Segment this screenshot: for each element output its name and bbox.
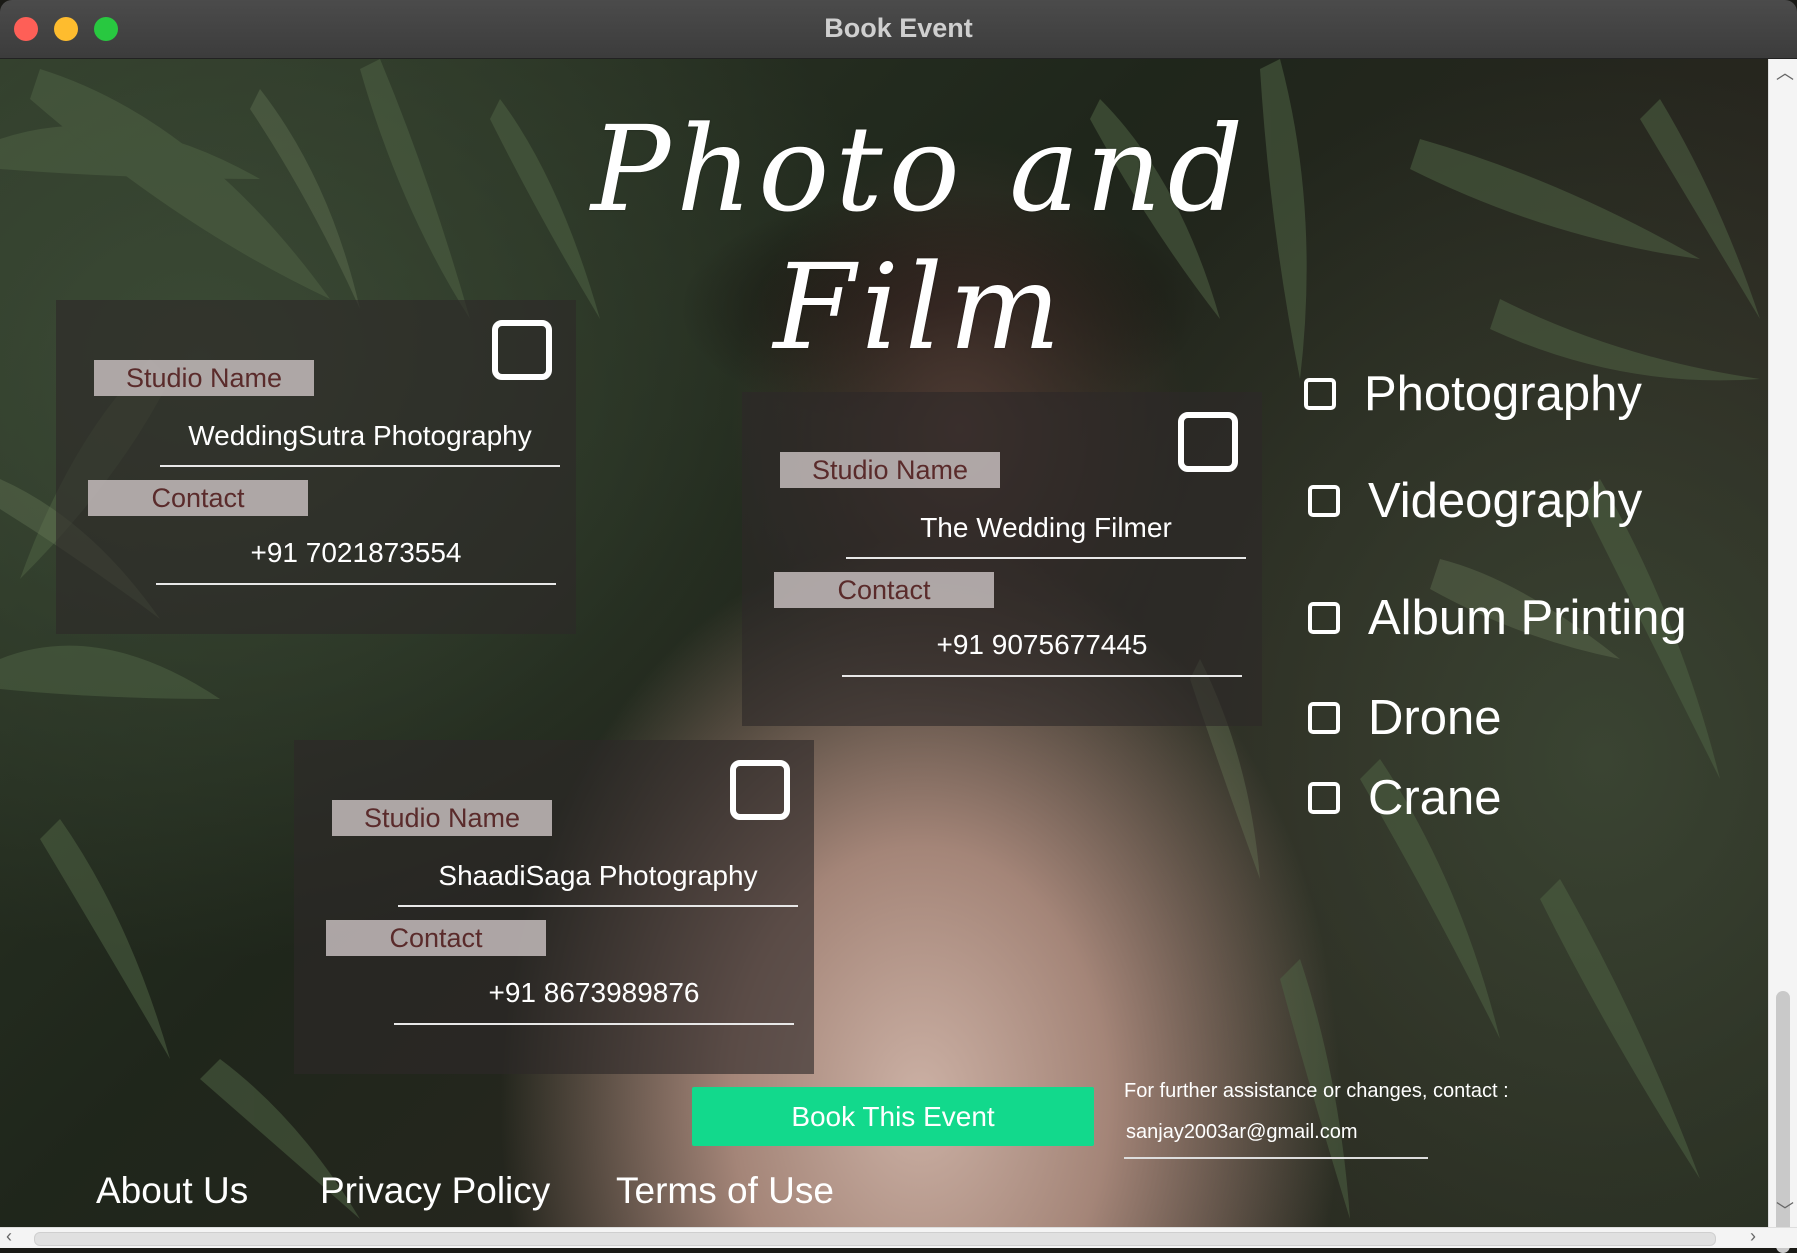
service-album-printing[interactable]: Album Printing [1308, 590, 1687, 646]
studio-card-1: Studio Name WeddingSutra Photography Con… [56, 300, 576, 634]
service-label: Videography [1368, 474, 1643, 528]
service-label: Drone [1368, 691, 1502, 745]
scroll-down-icon[interactable]: ﹀ [1776, 1197, 1794, 1223]
book-event-button[interactable]: Book This Event [692, 1087, 1094, 1146]
checkbox-icon[interactable] [1308, 485, 1340, 517]
service-drone[interactable]: Drone [1308, 690, 1501, 746]
window-title: Book Event [824, 13, 973, 43]
service-crane[interactable]: Crane [1308, 770, 1501, 826]
email-underline [1124, 1157, 1428, 1159]
contact-value: +91 8673989876 [488, 977, 700, 1008]
assistance-text: For further assistance or changes, conta… [1124, 1080, 1509, 1102]
contact-value: +91 7021873554 [250, 537, 462, 568]
scroll-up-icon[interactable]: ︿ [1776, 59, 1794, 85]
checkbox-icon[interactable] [1308, 702, 1340, 734]
checkbox-icon[interactable] [1308, 782, 1340, 814]
studio-card-2: Studio Name The Wedding Filmer Contact +… [742, 392, 1262, 726]
scroll-left-icon[interactable]: ‹ [6, 1226, 12, 1247]
studio-name-underline [398, 905, 798, 907]
service-label: Photography [1364, 367, 1642, 421]
horizontal-scrollbar[interactable]: ‹ › [0, 1226, 1797, 1248]
studio-name-underline [846, 557, 1246, 559]
footer-about-link[interactable]: About Us [96, 1170, 248, 1212]
contact-label: Contact [88, 480, 308, 516]
studio-name-value: WeddingSutra Photography [188, 420, 532, 451]
contact-label: Contact [774, 572, 994, 608]
contact-underline [842, 675, 1242, 677]
contact-value: +91 9075677445 [936, 629, 1148, 660]
studio-name-underline [160, 465, 560, 467]
studio-name-value: The Wedding Filmer [920, 512, 1172, 543]
assistance-email[interactable]: sanjay2003ar@gmail.com [1126, 1121, 1358, 1144]
studio-name-label: Studio Name [332, 800, 552, 836]
service-label: Crane [1368, 771, 1502, 825]
service-videography[interactable]: Videography [1308, 473, 1642, 529]
studio-card-3: Studio Name ShaadiSaga Photography Conta… [294, 740, 814, 1074]
contact-underline [394, 1023, 794, 1025]
horizontal-scroll-thumb[interactable] [34, 1232, 1716, 1246]
studio-name-label: Studio Name [780, 452, 1000, 488]
studio-name-value: ShaadiSaga Photography [438, 860, 758, 891]
title-bar: Book Event [0, 0, 1797, 59]
hero-title: Photo and Film [590, 100, 1250, 376]
service-photography[interactable]: Photography [1304, 366, 1642, 422]
footer-privacy-link[interactable]: Privacy Policy [320, 1170, 550, 1212]
checkbox-icon[interactable] [1304, 378, 1336, 410]
studio-select-checkbox[interactable] [730, 760, 790, 820]
studio-name-label: Studio Name [94, 360, 314, 396]
studio-select-checkbox[interactable] [1178, 412, 1238, 472]
footer-terms-link[interactable]: Terms of Use [616, 1170, 834, 1212]
studio-select-checkbox[interactable] [492, 320, 552, 380]
service-label: Album Printing [1368, 591, 1687, 645]
contact-label: Contact [326, 920, 546, 956]
contact-underline [156, 583, 556, 585]
vertical-scrollbar[interactable]: ︿ ﹀ [1768, 59, 1797, 1253]
checkbox-icon[interactable] [1308, 602, 1340, 634]
scroll-right-icon[interactable]: › [1750, 1226, 1756, 1247]
